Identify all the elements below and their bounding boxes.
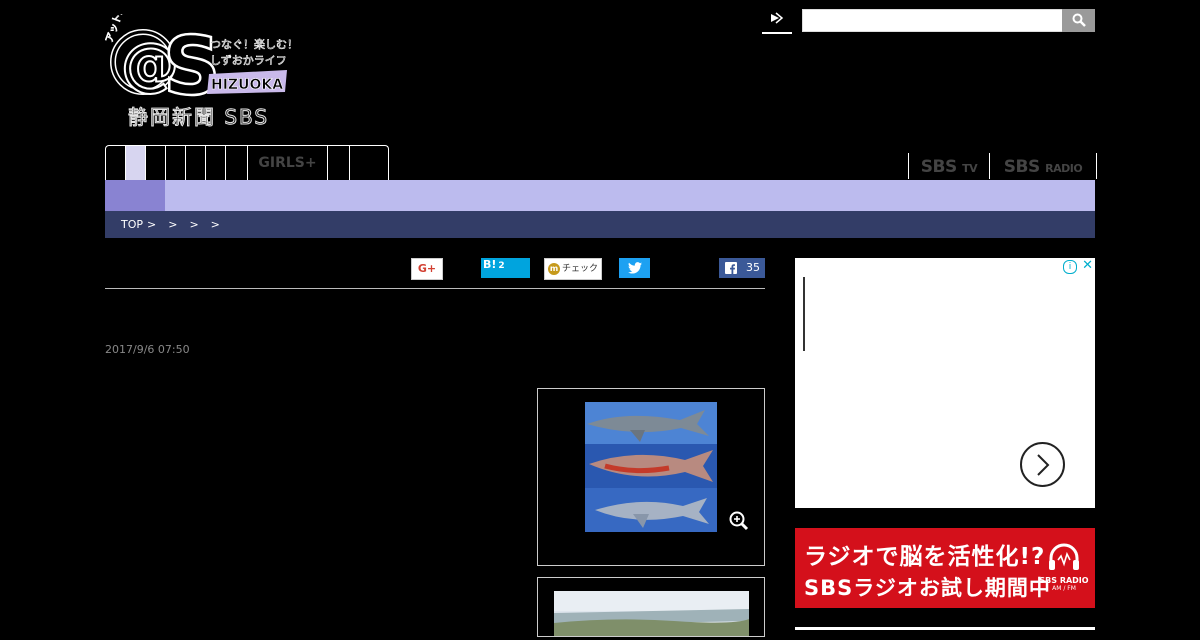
mixi-check-button[interactable]: m チェック [544,258,602,280]
sbs-radio-label: SBS [1003,157,1040,177]
sub-nav-bar [105,180,1095,211]
sbs-radio-ad-logo: SBS RADIO AM / FM [1039,542,1089,593]
advertisement[interactable]: i ✕ [795,258,1095,508]
nav-tab[interactable] [186,146,206,180]
sbs-tv-label: SBS [920,157,957,177]
breadcrumb-separator: > [168,218,178,231]
sbs-radio-ad-logo-sub: AM / FM [1052,585,1076,592]
hatena-bookmark-button[interactable]: B! 2 [481,258,530,278]
sbs-radio-suffix: RADIO [1045,162,1083,175]
search-input[interactable] [802,9,1064,32]
breadcrumb-separator: > [147,218,157,231]
facebook-count: 35 [746,261,760,274]
breadcrumb-separator: > [210,218,220,231]
breadcrumb-separator: > [189,218,199,231]
login-icon[interactable] [762,10,792,34]
ad-text-cursor [803,277,805,351]
radio-ad-headline: ラジオで脳を活性化!? [804,544,1046,570]
twitter-button[interactable] [619,258,650,278]
facebook-icon [725,262,737,274]
breadcrumb-top[interactable]: TOP [121,218,143,231]
shark-photo[interactable] [585,402,717,532]
breadcrumb: TOP > > > > [105,211,1095,238]
nav-tab[interactable] [146,146,166,180]
google-plus-button[interactable]: G+ [411,258,443,280]
sub-nav-active[interactable] [105,180,165,211]
svg-text:HIZUOKA: HIZUOKA [211,77,283,93]
nav-tab[interactable] [350,146,388,180]
mixi-label: チェック [561,264,598,274]
sbs-radio-link[interactable]: SBS RADIO [989,153,1097,179]
svg-text:しずおかライフ: しずおかライフ [210,54,287,67]
nav-tab[interactable] [226,146,248,180]
nav-tab-active[interactable] [126,146,146,180]
twitter-icon [627,262,642,274]
sbs-tv-link[interactable]: SBS TV [908,153,989,179]
sbs-radio-ad-logo-text: SBS RADIO [1039,576,1089,585]
mixi-icon: m [547,262,560,275]
beach-photo[interactable] [554,591,749,636]
ad-next-button[interactable] [1020,442,1065,487]
nav-tab-girls[interactable]: GIRLS+ [248,146,328,180]
search-icon [1072,13,1086,27]
ad-close-icon[interactable]: ✕ [1082,258,1093,273]
nav-tab[interactable] [206,146,226,180]
ad-info-icon[interactable]: i [1063,260,1077,274]
search-button[interactable] [1062,9,1095,32]
radio-ad-subline: SBSラジオお試し期間中 [804,576,1051,600]
facebook-share-button[interactable]: 35 [719,258,765,278]
chevron-right-icon [1036,454,1049,476]
zoom-icon[interactable] [728,510,750,536]
company-name: 静岡新聞 SBS [127,105,270,130]
main-nav: GIRLS+ [105,145,389,180]
nav-tab[interactable] [106,146,126,180]
headphones-icon [1049,543,1079,570]
sbs-tv-suffix: TV [962,162,978,175]
hatena-label: B! [483,258,497,271]
divider [105,288,765,289]
hatena-count: 2 [498,261,505,271]
nav-tab[interactable] [328,146,350,180]
svg-text:つなぐ！楽しむ！: つなぐ！楽しむ！ [210,38,295,51]
nav-tab[interactable] [166,146,186,180]
article-date: 2017/9/6 07:50 [105,343,190,356]
radio-banner-ad[interactable]: ラジオで脳を活性化!? SBSラジオお試し期間中 SBS RADIO AM / … [795,528,1095,608]
